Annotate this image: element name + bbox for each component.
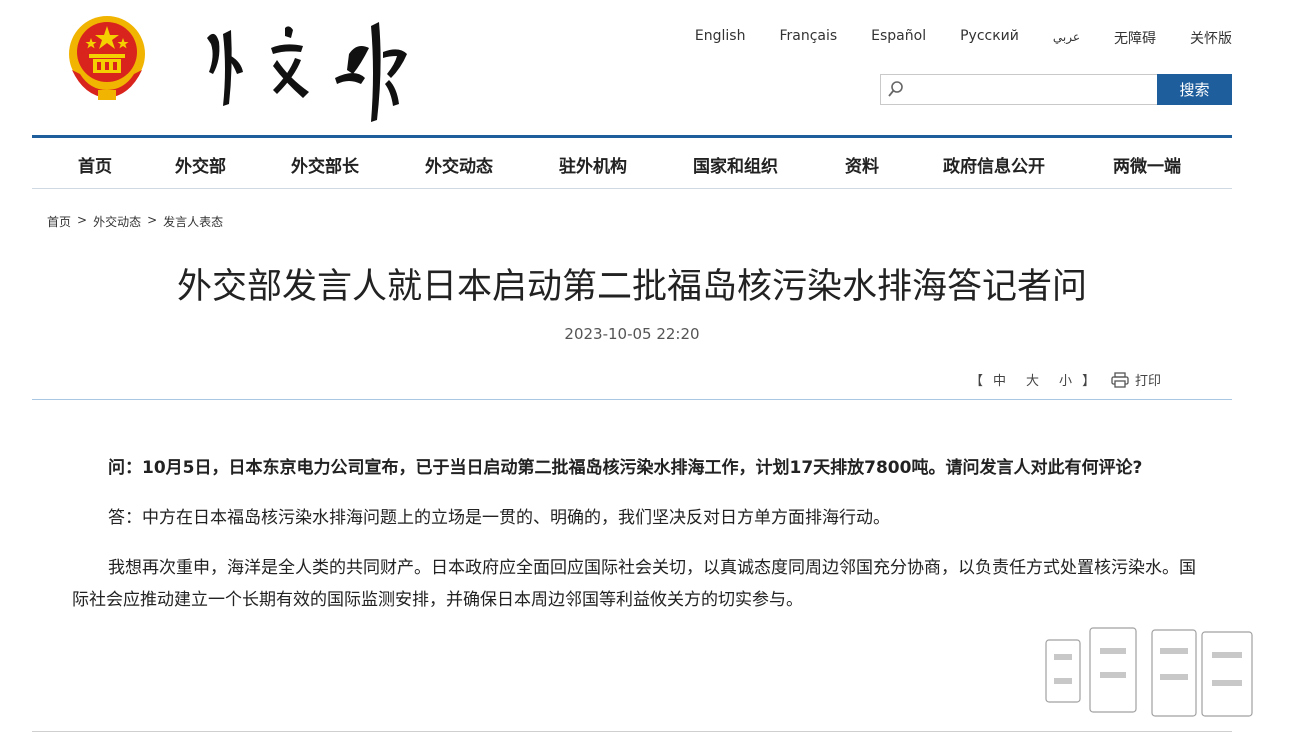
search-bar: 搜索 — [880, 74, 1232, 105]
print-label: 打印 — [1135, 374, 1162, 389]
ming-pao-watermark — [1045, 627, 1253, 717]
article-date: 2023-10-05 22:20 — [564, 325, 700, 343]
nav-item-social[interactable]: 两微一端 — [1113, 152, 1181, 177]
nav-item-missions[interactable]: 驻外机构 — [559, 152, 627, 177]
nav-item-gov-info[interactable]: 政府信息公开 — [943, 152, 1045, 177]
nav-item-countries[interactable]: 国家和组织 — [693, 152, 778, 177]
nav-item-home[interactable]: 首页 — [78, 152, 112, 177]
article-body: 问：10月5日，日本东京电力公司宣布，已于当日启动第二批福岛核污染水排海工作，计… — [72, 452, 1196, 634]
breadcrumb: 首页 > 外交动态 > 发言人表态 — [47, 213, 223, 230]
nav-item-ministry[interactable]: 外交部 — [175, 152, 226, 177]
font-size-medium[interactable]: 中 — [993, 370, 1006, 389]
answer-paragraph: 我想再次重申，海洋是全人类的共同财产。日本政府应全面回应国际社会关切，以真诚态度… — [72, 558, 1196, 610]
nav-item-news[interactable]: 外交动态 — [425, 152, 493, 177]
bracket-open: 【 — [970, 374, 984, 389]
search-button[interactable]: 搜索 — [1157, 74, 1232, 105]
nav-item-minister[interactable]: 外交部长 — [291, 152, 359, 177]
footer-divider — [32, 731, 1232, 732]
font-size-large[interactable]: 大 — [1026, 370, 1039, 389]
breadcrumb-spokesperson[interactable]: 发言人表态 — [163, 213, 223, 230]
bracket-close: 】 — [1082, 374, 1096, 389]
article-title: 外交部发言人就日本启动第二批福岛核污染水排海答记者问 — [176, 267, 1087, 307]
breadcrumb-separator: > — [147, 213, 158, 227]
elderly-care-link[interactable]: 关怀版 — [1190, 28, 1232, 48]
ministry-logo-calligraphy[interactable] — [185, 8, 425, 128]
accessibility-link[interactable]: 无障碍 — [1114, 28, 1156, 48]
national-emblem-icon[interactable] — [64, 12, 150, 102]
breadcrumb-home[interactable]: 首页 — [47, 213, 71, 230]
breadcrumb-separator: > — [77, 213, 88, 227]
answer-paragraph: 答：中方在日本福岛核污染水排海问题上的立场是一贯的、明确的，我们坚决反对日方单方… — [108, 508, 890, 528]
content-divider — [32, 399, 1232, 400]
breadcrumb-news[interactable]: 外交动态 — [93, 213, 141, 230]
main-nav: 首页 外交部 外交部长 外交动态 驻外机构 国家和组织 资料 政府信息公开 两微… — [32, 138, 1232, 188]
nav-divider — [32, 188, 1232, 189]
lang-russian-link[interactable]: Русский — [960, 28, 1019, 48]
print-button[interactable]: 打印 — [1111, 370, 1161, 389]
font-size-small[interactable]: 小 — [1059, 370, 1072, 389]
search-box — [880, 74, 1157, 105]
language-bar: English Français Español Русский عربي 无障… — [695, 28, 1232, 48]
lang-english-link[interactable]: English — [695, 28, 746, 48]
site-header: English Français Español Русский عربي 无障… — [0, 0, 1290, 136]
lang-french-link[interactable]: Français — [779, 28, 837, 48]
search-input[interactable] — [911, 75, 1155, 104]
lang-spanish-link[interactable]: Español — [871, 28, 926, 48]
lang-arabic-link[interactable]: عربي — [1053, 28, 1080, 48]
nav-item-resources[interactable]: 资料 — [845, 152, 879, 177]
search-icon — [888, 81, 903, 97]
printer-icon — [1111, 371, 1129, 388]
font-size-switcher: 【 中 大 小 】 — [970, 370, 1095, 389]
question-paragraph: 问：10月5日，日本东京电力公司宣布，已于当日启动第二批福岛核污染水排海工作，计… — [108, 458, 1143, 478]
